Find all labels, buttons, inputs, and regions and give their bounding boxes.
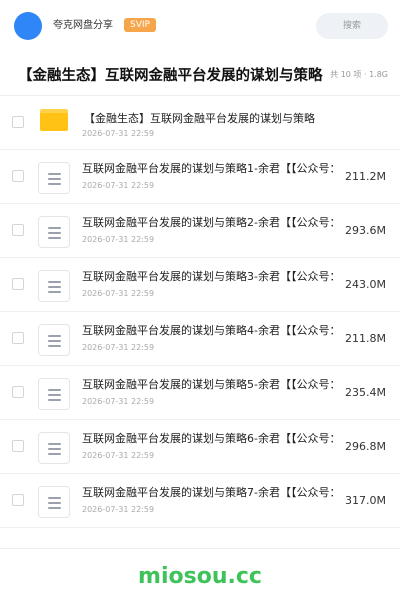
file-size: 211.2M <box>345 170 386 183</box>
file-size: 211.8M <box>345 332 386 345</box>
document-icon <box>38 324 70 356</box>
row-checkbox[interactable] <box>12 116 24 128</box>
file-name: 互联网金融平台发展的谋划与策略2-余君【【公众号： <box>82 216 341 229</box>
file-row[interactable]: 互联网金融平台发展的谋划与策略7-余君【【公众号： 2026-07-31 22:5… <box>0 474 400 528</box>
row-checkbox[interactable] <box>12 278 24 290</box>
document-icon <box>38 486 70 518</box>
file-row[interactable]: 互联网金融平台发展的谋划与策略3-余君【【公众号： 2026-07-31 22:5… <box>0 258 400 312</box>
file-size: 296.8M <box>345 440 386 453</box>
row-checkbox[interactable] <box>12 170 24 182</box>
file-date: 2026-07-31 22:59 <box>82 289 155 298</box>
document-icon <box>38 162 70 194</box>
file-size: 293.6M <box>345 224 386 237</box>
file-name: 互联网金融平台发展的谋划与策略3-余君【【公众号： <box>82 270 341 283</box>
file-size: 243.0M <box>345 278 386 291</box>
folder-name: 【金融生态】互联网金融平台发展的谋划与策略 <box>84 112 315 125</box>
site-watermark: miosou.cc <box>138 564 262 589</box>
share-title: 【金融生态】互联网金融平台发展的谋划与策略 <box>18 68 323 84</box>
document-icon <box>38 216 70 248</box>
row-checkbox[interactable] <box>12 224 24 236</box>
file-date: 2026-07-31 22:59 <box>82 505 155 514</box>
app-header: 夸克网盘分享 SVIP 搜索 <box>0 0 400 52</box>
file-size: 235.4M <box>345 386 386 399</box>
row-checkbox[interactable] <box>12 386 24 398</box>
document-icon <box>38 378 70 410</box>
username: 夸克网盘分享 <box>53 20 113 31</box>
file-row[interactable]: 互联网金融平台发展的谋划与策略6-余君【【公众号： 2026-07-31 22:5… <box>0 420 400 474</box>
document-icon <box>38 432 70 464</box>
file-name: 互联网金融平台发展的谋划与策略7-余君【【公众号： <box>82 486 341 499</box>
file-size: 317.0M <box>345 494 386 507</box>
file-row[interactable]: 互联网金融平台发展的谋划与策略4-余君【【公众号： 2026-07-31 22:5… <box>0 312 400 366</box>
row-checkbox[interactable] <box>12 494 24 506</box>
file-row[interactable]: 互联网金融平台发展的谋划与策略5-余君【【公众号： 2026-07-31 22:5… <box>0 366 400 420</box>
file-name: 互联网金融平台发展的谋划与策略4-余君【【公众号： <box>82 324 341 337</box>
divider <box>0 548 400 549</box>
svip-badge: SVIP <box>124 18 156 32</box>
file-name: 互联网金融平台发展的谋划与策略6-余君【【公众号： <box>82 432 341 445</box>
folder-icon <box>40 109 68 131</box>
avatar[interactable] <box>14 12 42 40</box>
file-name: 互联网金融平台发展的谋划与策略1-余君【【公众号： <box>82 162 341 175</box>
file-date: 2026-07-31 22:59 <box>82 451 155 460</box>
file-name: 互联网金融平台发展的谋划与策略5-余君【【公众号： <box>82 378 341 391</box>
search-input[interactable]: 搜索 <box>316 13 388 39</box>
row-checkbox[interactable] <box>12 332 24 344</box>
folder-date: 2026-07-31 22:59 <box>82 129 155 138</box>
file-row[interactable]: 互联网金融平台发展的谋划与策略1-余君【【公众号： 2026-07-31 22:5… <box>0 150 400 204</box>
folder-row[interactable]: 【金融生态】互联网金融平台发展的谋划与策略 2026-07-31 22:59 <box>0 96 400 150</box>
file-row[interactable]: 互联网金融平台发展的谋划与策略2-余君【【公众号： 2026-07-31 22:5… <box>0 204 400 258</box>
file-date: 2026-07-31 22:59 <box>82 397 155 406</box>
file-date: 2026-07-31 22:59 <box>82 343 155 352</box>
row-checkbox[interactable] <box>12 440 24 452</box>
share-meta: 共 10 项 · 1.8G <box>330 70 388 79</box>
document-icon <box>38 270 70 302</box>
file-date: 2026-07-31 22:59 <box>82 181 155 190</box>
file-date: 2026-07-31 22:59 <box>82 235 155 244</box>
